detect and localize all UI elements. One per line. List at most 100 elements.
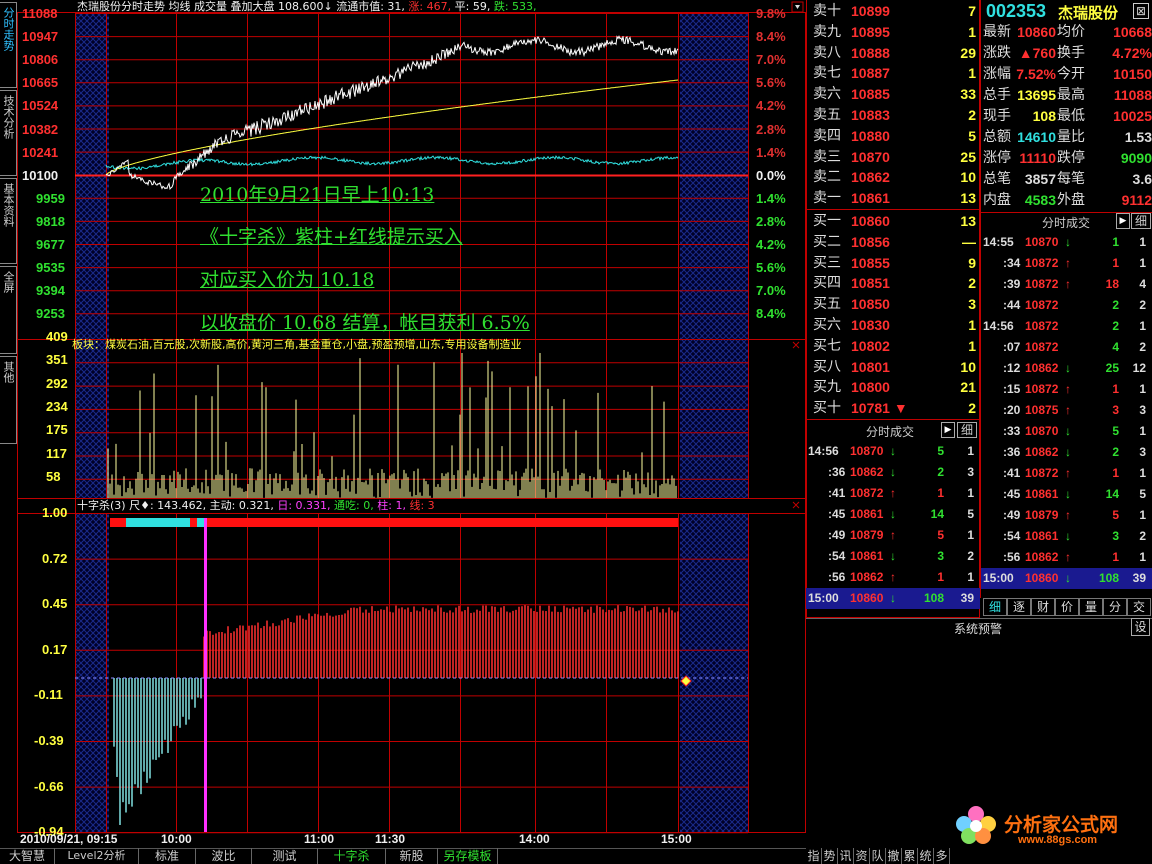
header-mktcap: 流通市值: 31, <box>336 0 405 13</box>
quote-row: 总笔 3857 每笔 3.6 <box>983 169 1152 190</box>
right-tab[interactable]: 价 <box>1055 598 1079 616</box>
bottom-tab[interactable]: 另存模板 <box>438 848 498 864</box>
buy-level-price: 10830 <box>851 317 890 333</box>
time-axis-1500: 15:00 <box>661 832 692 846</box>
sell-level-name: 卖二 <box>813 169 841 186</box>
right-tab[interactable]: 财 <box>1031 598 1055 616</box>
tick-row: :54 10861 ↓ 3 2 <box>806 546 980 567</box>
right-tab[interactable]: 交 <box>1127 598 1151 616</box>
price-tick-left: 9818 <box>36 213 65 229</box>
tick-volume: 108 <box>923 591 944 605</box>
arrow-down-icon: ↓ <box>1065 361 1071 375</box>
premarket-zone <box>75 13 109 498</box>
indicator-bars <box>113 605 679 825</box>
sell-level-price: 10862 <box>851 169 890 186</box>
tick-time: 15:00 <box>808 591 839 605</box>
percent-tick-right: 5.6% <box>756 260 786 276</box>
buy-level-row: 买七 10802 1 <box>811 336 976 357</box>
tick-count: 3 <box>1139 445 1146 459</box>
right-tab[interactable]: 量 <box>1079 598 1103 616</box>
tick-volume: 1 <box>937 570 944 584</box>
price-tick-left: 9535 <box>36 260 65 276</box>
bottom-tab[interactable]: Level2分析 <box>55 848 139 864</box>
right-tab[interactable]: 逐 <box>1007 598 1031 616</box>
bottom-right-tab[interactable]: 统 <box>918 848 934 864</box>
flower-logo-icon <box>956 806 996 844</box>
percent-tick-right: 1.4% <box>756 190 786 206</box>
arrow-up-icon: ↑ <box>1065 550 1071 564</box>
time-axis-1400: 14:00 <box>519 832 550 846</box>
bottom-tab[interactable]: 新股 <box>386 848 438 864</box>
tick-price: 10879 <box>1025 508 1059 522</box>
percent-tick-right: 2.8% <box>756 121 786 137</box>
buy-level-volume: 13 <box>960 213 976 229</box>
buy-level-price: 10855 <box>851 254 890 271</box>
quote-label: 总手 <box>983 87 1011 103</box>
sell-level-volume: 29 <box>960 44 976 61</box>
ticks-left-detail-button[interactable]: 细 <box>957 422 977 438</box>
sell-level-name: 卖一 <box>813 190 841 207</box>
bottom-tab[interactable]: 十字杀 <box>318 848 386 864</box>
ticks-right-play-icon[interactable]: ▶ <box>1116 213 1130 229</box>
time-axis-1130: 11:30 <box>375 832 406 846</box>
tick-row: :20 10875 ↑ 3 3 <box>981 400 1152 421</box>
bottom-right-tab[interactable]: 势 <box>822 848 838 864</box>
bottom-right-tab[interactable]: 讯 <box>838 848 854 864</box>
sell-level-row: 卖七 10887 1 <box>811 63 976 84</box>
price-tick-left: 10382 <box>22 121 59 137</box>
sell-level-name: 卖十 <box>813 3 841 19</box>
right-tab[interactable]: 细 <box>983 598 1007 616</box>
bottom-tab[interactable]: 大智慧 <box>0 848 55 864</box>
tick-row: :41 10872 ↑ 1 1 <box>981 463 1152 484</box>
tick-count: 2 <box>1139 529 1146 543</box>
percent-tick-right: 8.4% <box>756 306 786 322</box>
right-tab[interactable]: 分 <box>1103 598 1127 616</box>
quote-label: 跌停 <box>1057 150 1085 166</box>
tick-count: 3 <box>1139 403 1146 417</box>
quote-row: 涨停 11110 跌停 9090 <box>983 148 1152 169</box>
header-down-count: 跌: 533, <box>493 0 537 13</box>
signal-strip-cyan <box>126 518 190 527</box>
bottom-right-tab[interactable]: 指 <box>806 848 822 864</box>
ticks-left-play-icon[interactable]: ▶ <box>941 422 955 438</box>
arrow-up-icon: ↑ <box>1065 508 1071 522</box>
sell-level-volume: 25 <box>960 148 976 165</box>
tick-time: :54 <box>828 549 846 563</box>
close-panel-icon[interactable]: ⊠ <box>1133 3 1149 19</box>
quote-label: 最新 <box>983 24 1011 40</box>
tick-count: 39 <box>960 591 974 605</box>
tick-price: 10872 <box>1025 466 1059 480</box>
price-tick-left: 9253 <box>36 306 65 322</box>
tick-row: :49 10879 ↑ 5 1 <box>981 505 1152 526</box>
tick-count: 1 <box>1139 466 1146 480</box>
quote-value: 10668 <box>1113 24 1152 40</box>
ticks-right-detail-button[interactable]: 细 <box>1131 213 1151 229</box>
buy-level-name: 买三 <box>813 254 841 271</box>
bottom-tab[interactable]: 测试 <box>252 848 318 864</box>
indicator-tick: 0.45 <box>42 596 68 612</box>
sell-level-price: 10870 <box>851 148 890 165</box>
tick-row: :41 10872 ↑ 1 1 <box>806 483 980 504</box>
alert-settings-button[interactable]: 设 <box>1131 618 1150 636</box>
bottom-right-tab[interactable]: 累 <box>902 848 918 864</box>
sell-level-row: 卖十 10899 7 <box>811 1 976 22</box>
buy-level-name: 买七 <box>813 337 841 354</box>
arrow-down-icon: ↓ <box>890 444 896 458</box>
bottom-right-tab[interactable]: 资 <box>854 848 870 864</box>
sell-level-price: 10883 <box>851 107 890 123</box>
buy-level-volume: — <box>962 233 976 250</box>
bottom-tab[interactable]: 标准 <box>139 848 196 864</box>
bottom-right-tab[interactable]: 队 <box>870 848 886 864</box>
sell-level-volume: 2 <box>968 107 976 123</box>
quote-value: 10150 <box>1113 66 1152 82</box>
sell-level-price: 10880 <box>851 127 890 144</box>
bottom-right-tab[interactable]: 多 <box>934 848 950 864</box>
tick-count: 12 <box>1132 361 1146 375</box>
tick-price: 10862 <box>1025 550 1059 564</box>
quote-label: 总额 <box>983 129 1011 145</box>
bottom-tab[interactable]: 波比 <box>196 848 252 864</box>
quote-label: 内盘 <box>983 192 1011 208</box>
signal-strip-cyan-2 <box>197 518 205 527</box>
bottom-right-tab[interactable]: 撤 <box>886 848 902 864</box>
sell-level-name: 卖三 <box>813 148 841 165</box>
